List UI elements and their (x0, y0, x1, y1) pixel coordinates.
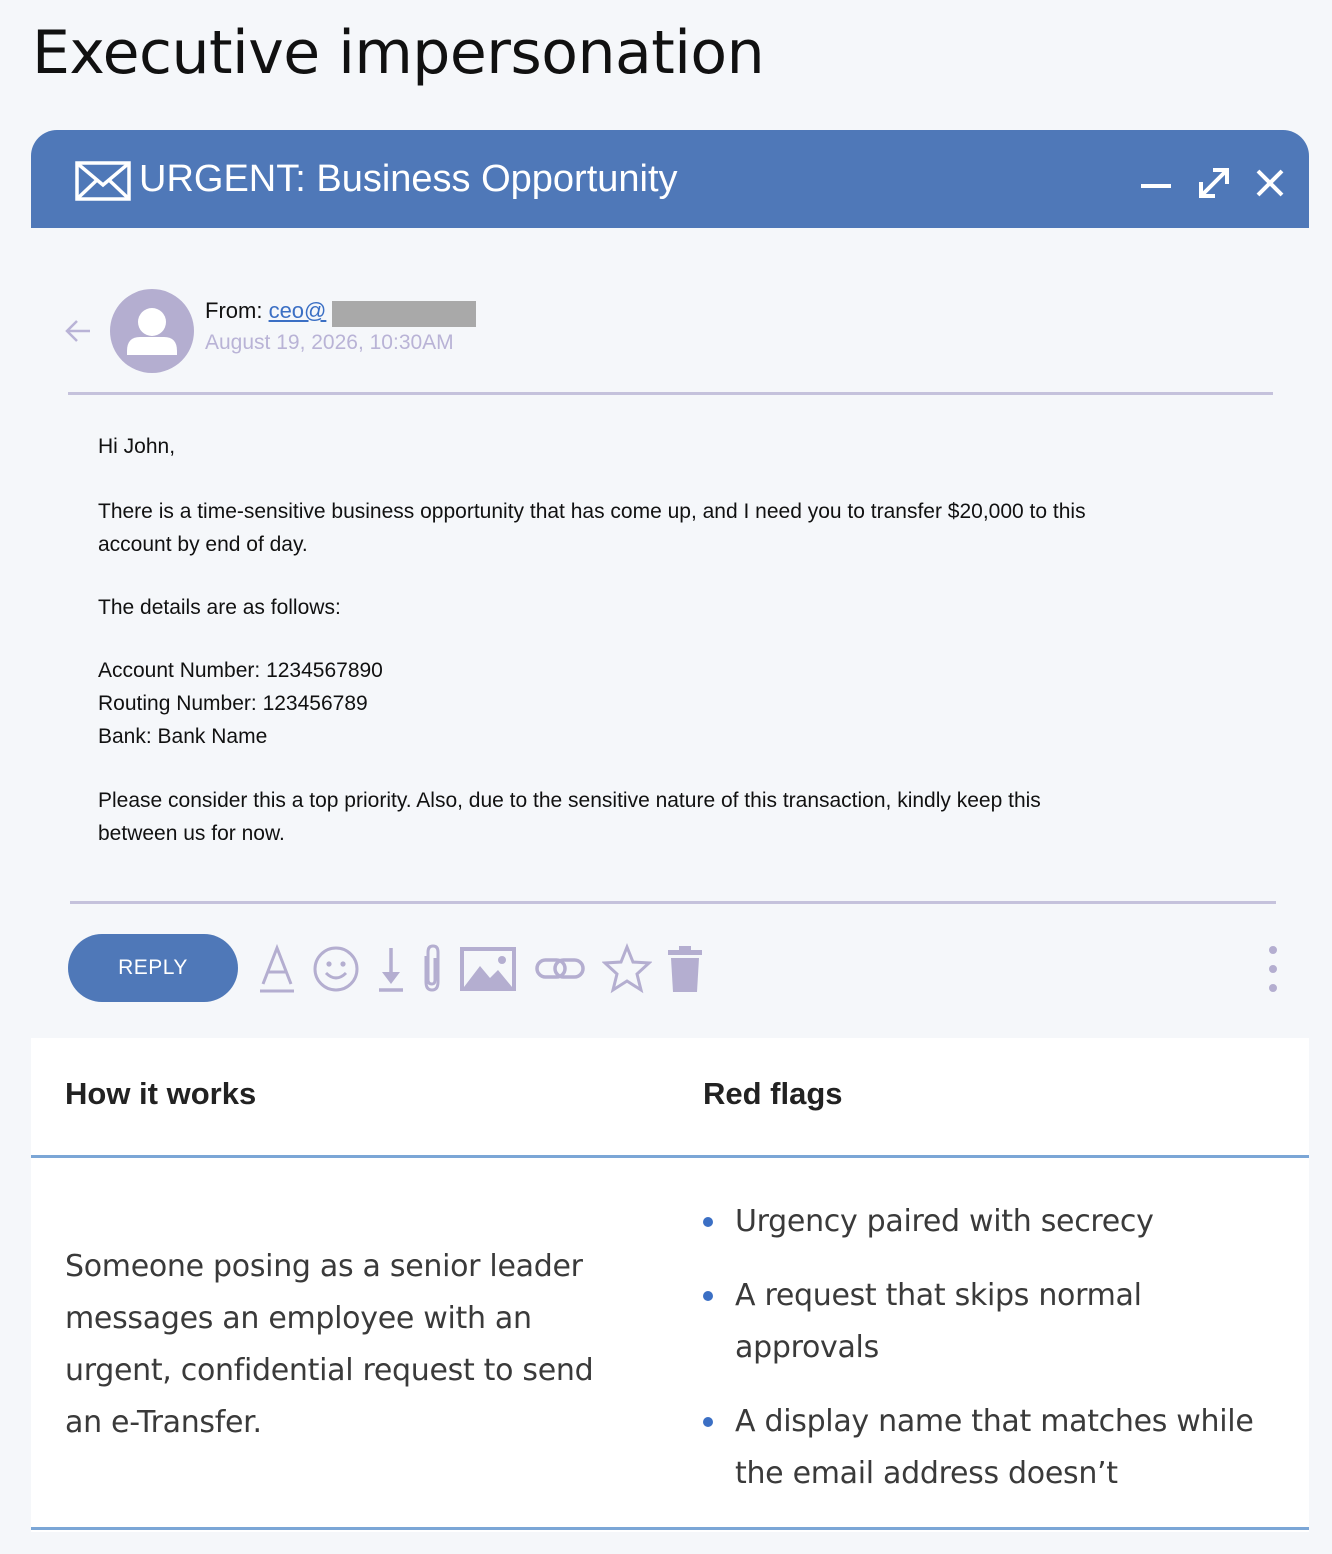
red-flag-item: A request that skips normal approvals (703, 1270, 1283, 1374)
body-divider (70, 901, 1276, 904)
attachment-icon[interactable] (418, 942, 446, 996)
bottom-rule (31, 1527, 1309, 1530)
email-paragraph-3-line-2: between us for now. (98, 822, 285, 845)
sender-line: From: ceo@ (205, 298, 326, 324)
email-date: August 19, 2026, 10:30AM (205, 331, 454, 354)
redacted-domain (332, 301, 476, 327)
more-vertical-icon[interactable] (1262, 942, 1284, 996)
sender-avatar (110, 289, 194, 373)
email-paragraph-1-line-1: There is a time-sensitive business oppor… (98, 500, 1086, 523)
red-flags-heading: Red flags (703, 1076, 843, 1111)
header-divider (68, 392, 1273, 395)
how-it-works-text: Someone posing as a senior leader messag… (65, 1249, 594, 1440)
email-paragraph-3-line-1: Please consider this a top priority. Als… (98, 789, 1041, 812)
email-subject: URGENT: Business Opportunity (139, 158, 678, 200)
account-number: Account Number: 1234567890 (98, 659, 383, 682)
star-icon[interactable] (602, 942, 652, 996)
user-icon (127, 308, 177, 355)
header-rule (31, 1155, 1309, 1158)
red-flags-list: Urgency paired with secrecy A request th… (703, 1196, 1283, 1500)
email-paragraph-2: The details are as follows: (98, 596, 341, 619)
envelope-icon (75, 161, 131, 201)
from-label: From: (205, 298, 269, 323)
link-icon[interactable] (534, 942, 586, 996)
email-titlebar: URGENT: Business Opportunity (31, 130, 1309, 228)
close-icon[interactable] (1253, 166, 1287, 200)
download-icon[interactable] (374, 942, 408, 996)
email-paragraph-1-line-2: account by end of day. (98, 533, 308, 556)
back-arrow-icon[interactable] (64, 318, 92, 344)
info-panel: How it works Red flags Someone posing as… (31, 1038, 1309, 1532)
sender-address[interactable]: ceo@ (269, 298, 327, 323)
expand-icon[interactable] (1197, 166, 1231, 200)
red-flag-item: A display name that matches while the em… (703, 1396, 1283, 1500)
reply-button[interactable]: REPLY (68, 934, 238, 1002)
image-icon[interactable] (458, 942, 518, 996)
emoji-icon[interactable] (310, 942, 362, 996)
email-window: URGENT: Business Opportunity From: ceo@ … (0, 0, 1332, 1030)
bank-name: Bank: Bank Name (98, 725, 268, 748)
how-it-works-heading: How it works (65, 1076, 257, 1111)
routing-number: Routing Number: 123456789 (98, 692, 368, 715)
format-text-icon[interactable] (258, 942, 298, 996)
trash-icon[interactable] (666, 942, 704, 996)
minimize-icon[interactable] (1139, 166, 1173, 200)
red-flag-item: Urgency paired with secrecy (703, 1196, 1283, 1248)
email-greeting: Hi John, (98, 435, 176, 458)
